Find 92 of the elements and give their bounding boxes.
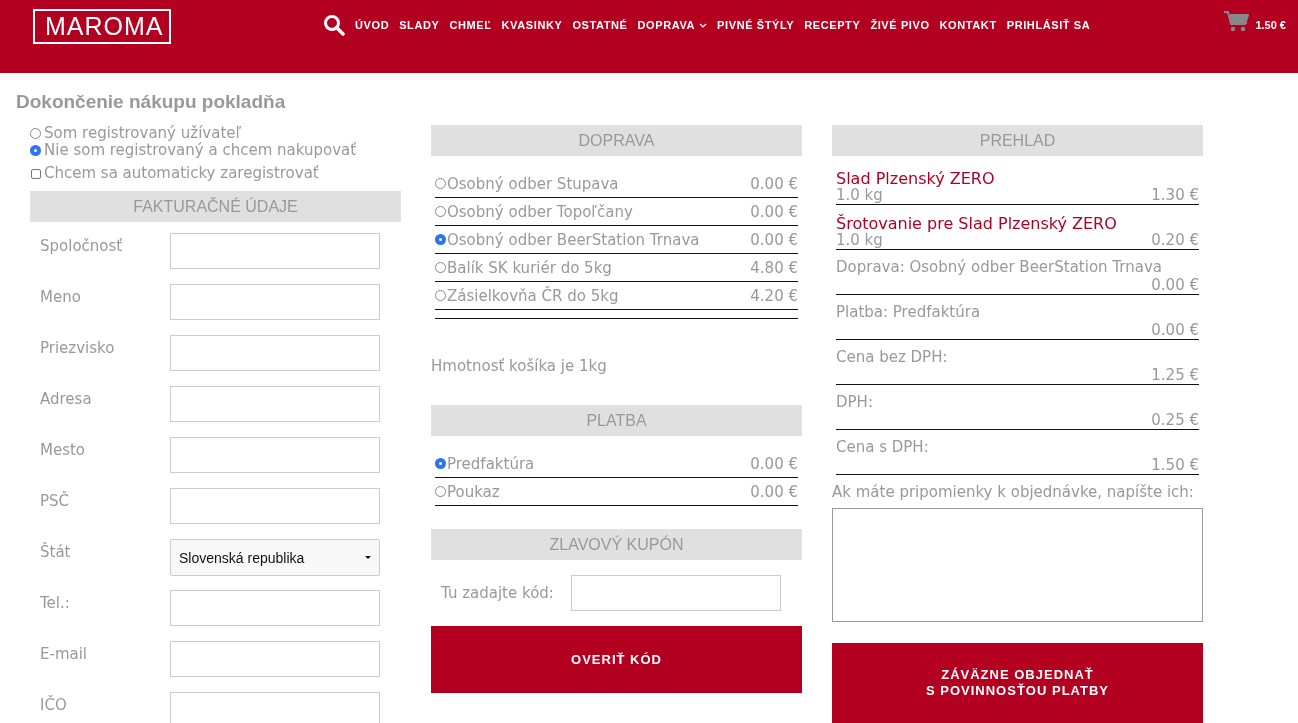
checkbox[interactable] [31,168,41,179]
price: 0.00 € [750,202,798,221]
nav-link[interactable]: RECEPTY [804,19,861,31]
section-header: FAKTURAČNÉ ÚDAJE [30,191,401,222]
field-label: Priezvisko [40,338,116,357]
summary-label: Doprava: Osobný odber BeerStation Trnava [836,258,1163,276]
price: 0.00 € [750,454,798,473]
input-field[interactable] [170,692,380,723]
summary-label: Cena bez DPH: [836,348,949,366]
radio-label: Nie som registrovaný a chcem nakupovať [44,142,357,159]
radio-label: Som registrovaný užívateľ [44,125,242,142]
cart-icon[interactable] [1224,11,1250,33]
country-select[interactable]: Slovenská republika [170,539,380,576]
input-field[interactable] [170,590,380,626]
field-label: Tu zadajte kód: [441,584,554,602]
input-field[interactable] [170,386,380,422]
product-name[interactable]: Šrotovanie pre Slad Plzenský ZERO [836,215,1199,232]
radio-button[interactable] [30,128,41,139]
search-icon[interactable] [323,14,345,36]
field-label: PSČ [40,490,71,510]
nav-link[interactable]: KVASINKY [501,19,563,31]
input-field[interactable] [170,437,380,473]
nav-link[interactable]: OSTATNÉ [572,19,628,31]
payment-option: Poukaz [447,482,751,501]
input-field[interactable] [170,641,380,677]
nav-link[interactable]: ÚVOD [355,19,390,31]
radio-button[interactable] [435,262,446,273]
product-name[interactable]: Slad Plzenský ZERO [836,170,1199,187]
weight-note: Hmotnosť košíka je 1kg [431,357,608,375]
summary-label: DPH: [836,393,874,411]
shipping-option: Osobný odber BeerStation Trnava [447,230,751,249]
summary-label: Cena s DPH: [836,438,930,456]
price: 1.30 € [1151,187,1199,204]
checkbox-label: Chcem sa automaticky zaregistrovať [44,165,319,182]
coupon-field[interactable] [570,575,781,611]
verify-code-button[interactable]: OVERIŤ KÓD [431,626,802,693]
nav-link[interactable]: PRIHLÁSIŤ SA [1006,19,1091,31]
nav-link[interactable]: CHMEĽ [449,19,492,31]
radio-button[interactable] [435,486,446,497]
price: 0.00 € [750,230,798,249]
nav-link[interactable]: PIVNÉ ŠTÝLY [717,19,795,31]
shipping-option: Balík SK kuriér do 5kg [447,258,751,277]
nav-link[interactable]: ŽIVÉ PIVO [870,19,930,31]
order-button[interactable]: ZÁVÄZNE OBJEDNAŤ S POVINNOSŤOU PLATBY [832,643,1203,723]
note-label: Ak máte pripomienky k objednávke, napíšte ich: [832,483,1195,501]
price: 4.20 € [750,286,798,305]
field-label: Adresa [40,389,93,408]
quantity: 1.0 kg [836,187,883,204]
section-header: PREHLAD [832,125,1203,156]
radio-button[interactable] [435,234,446,245]
price: 0.25 € [1151,411,1199,429]
price: 0.00 € [1151,276,1199,294]
radio-button[interactable] [435,206,446,217]
field-label: Spoločnosť [40,236,124,255]
section-header: DOPRAVA [431,125,802,156]
quantity: 1.0 kg [836,232,883,249]
field-label: Štát [40,541,72,561]
field-label: E-mail [40,644,89,663]
input-field[interactable] [170,284,380,320]
field-label: IČO [40,694,68,714]
shipping-option: Zásielkovňa ČR do 5kg [447,286,751,305]
radio-button[interactable] [435,458,446,469]
payment-option: Predfaktúra [447,454,751,473]
radio-button[interactable] [30,145,41,156]
price: 4.80 € [750,258,798,277]
radio-button[interactable] [435,178,446,189]
nav-link[interactable]: SLADY [399,19,440,31]
price: 0.20 € [1151,232,1199,249]
field-label: Tel.: [40,593,71,612]
field-label: Mesto [40,440,87,459]
input-field[interactable] [170,488,380,524]
price: 1.50 € [1151,456,1199,474]
price: 0.00 € [750,174,798,193]
summary-label: Platba: Predfaktúra [836,303,982,321]
nav-link[interactable]: KONTAKT [939,19,997,31]
price: 1.25 € [1151,366,1199,384]
nav-link[interactable]: DOPRAVA [637,19,708,31]
chevron-icon [699,22,708,28]
section-header: ZLAVOVÝ KUPÓN [431,529,802,560]
shipping-option: Osobný odber Stupava [447,174,751,193]
radio-button[interactable] [435,290,446,301]
note-textarea[interactable] [832,508,1203,622]
field-label: Meno [40,287,82,306]
price: 0.00 € [750,482,798,501]
logo[interactable]: MAROMA [33,9,171,44]
page-title: Dokončenie nákupu pokladňa [16,91,287,113]
input-field[interactable] [170,335,380,371]
price: 0.00 € [1151,321,1199,339]
input-field[interactable] [170,233,380,269]
cart-total: 1.50 € [1255,19,1286,31]
shipping-option: Osobný odber Topoľčany [447,202,751,221]
section-header: PLATBA [431,405,802,436]
